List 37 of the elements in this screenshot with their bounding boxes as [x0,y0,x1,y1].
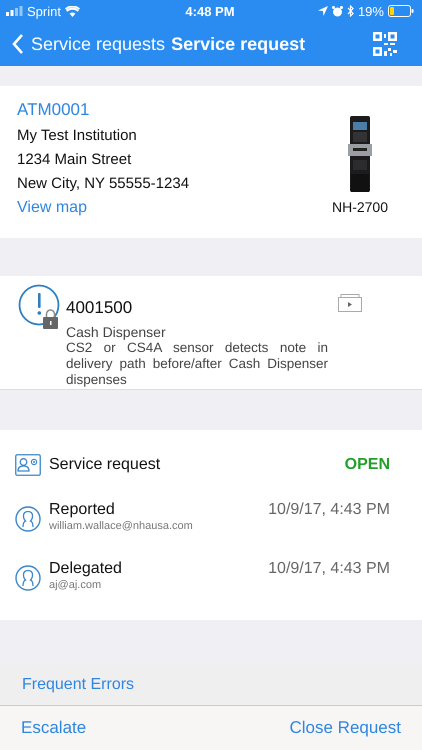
wifi-icon [64,6,80,16]
address-line: New City, NY 55555-1234 [17,175,190,192]
error-description: CS2 or CS4A sensor detects note in delivery path before/after Cash Dispenser dispenses [66,340,328,388]
person-icon [15,506,41,532]
signal-icon [6,6,23,16]
status-label: OPEN [344,456,390,474]
carrier-name: Sprint [27,4,61,18]
person-icon [15,565,41,591]
atm-id-link[interactable]: ATM0001 [17,100,90,120]
event-user-email: aj@aj.com [49,579,102,591]
action-button[interactable]: Close Request [289,718,401,738]
error-code: 4001500 [66,298,134,318]
contact-card-icon [15,454,41,476]
request-title: Service request [49,456,162,474]
back-button[interactable]: Service requests [12,34,166,54]
location-arrow-icon [318,6,328,16]
qr-code-button[interactable] [373,32,397,56]
screen-title: Service request [171,34,306,54]
chevron-left-icon [12,34,24,54]
event-time: 10/9/17, 4:43 PM [268,501,390,519]
alarm-clock-icon [332,6,343,16]
bluetooth-icon [346,5,354,17]
address-line: My Test Institution [17,127,137,144]
video-button[interactable] [338,294,362,312]
event-user-email: william.wallace@nhausa.com [49,520,194,532]
clock-time: 4:48 PM [185,4,235,18]
frequent-errors-link[interactable]: Frequent Errors [22,676,134,694]
event-label: Reported [49,501,116,519]
battery-percent: 19% [358,4,384,18]
address-line: 1234 Main Street [17,151,132,168]
error-category: Cash Dispenser [66,324,167,340]
event-time: 10/9/17, 4:43 PM [268,560,390,578]
action-button[interactable]: Escalate [21,718,86,738]
model-label: NH-2700 [332,199,388,215]
event-label: Delegated [49,560,123,578]
view-map-link[interactable]: View map [17,199,87,217]
battery-icon [388,5,414,17]
